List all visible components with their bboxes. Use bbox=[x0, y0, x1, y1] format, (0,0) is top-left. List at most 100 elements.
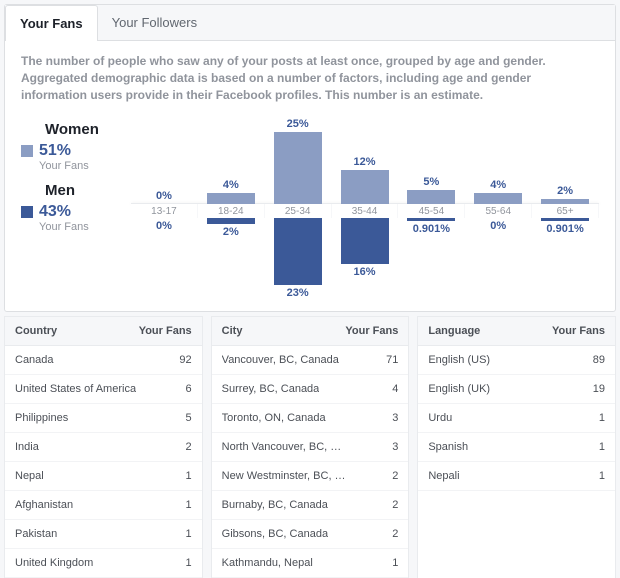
label-women: 4% bbox=[223, 179, 239, 191]
legend-women-subtext: Your Fans bbox=[39, 160, 131, 172]
legend-women-label: Women bbox=[45, 121, 131, 138]
tables-row: Country Your Fans Canada 92 United States … bbox=[4, 316, 616, 578]
row-name: Afghanistan bbox=[15, 499, 73, 511]
row-name: Nepali bbox=[428, 470, 459, 482]
table-row[interactable]: Burnaby, BC, Canada 2 bbox=[212, 491, 409, 520]
row-value: 2 bbox=[392, 470, 398, 482]
row-name: Canada bbox=[15, 354, 54, 366]
row-name: Nepal bbox=[15, 470, 44, 482]
table-row[interactable]: Nepali 1 bbox=[418, 462, 615, 491]
table-head-left: Language bbox=[428, 325, 480, 337]
row-value: 1 bbox=[186, 528, 192, 540]
row-name: Vancouver, BC, Canada bbox=[222, 354, 339, 366]
bar-women[interactable] bbox=[541, 199, 589, 205]
bar-men[interactable] bbox=[207, 218, 255, 224]
tab-your-fans[interactable]: Your Fans bbox=[5, 5, 98, 41]
table-row[interactable]: India 2 bbox=[5, 433, 202, 462]
table-row[interactable]: Nepal 1 bbox=[5, 462, 202, 491]
bar-men[interactable] bbox=[541, 218, 589, 221]
men-swatch-icon bbox=[21, 206, 33, 218]
row-name: Burnaby, BC, Canada bbox=[222, 499, 328, 511]
chart-description: The number of people who saw any of your… bbox=[5, 41, 615, 115]
row-value: 1 bbox=[599, 470, 605, 482]
table-row[interactable]: New Westminster, BC, …2 bbox=[212, 462, 409, 491]
row-value: 2 bbox=[392, 499, 398, 511]
table-row[interactable]: Spanish 1 bbox=[418, 433, 615, 462]
table-row[interactable]: Surrey, BC, Canada 4 bbox=[212, 375, 409, 404]
table-row[interactable]: Afghanistan1 bbox=[5, 491, 202, 520]
row-name: Urdu bbox=[428, 412, 452, 424]
row-value: 2 bbox=[392, 528, 398, 540]
table-head-right: Your Fans bbox=[345, 325, 398, 337]
label-men: 0% bbox=[156, 220, 172, 232]
legend-men-subtext: Your Fans bbox=[39, 221, 131, 233]
age-bin: 55-644%0% bbox=[465, 204, 532, 218]
row-value: 2 bbox=[186, 441, 192, 453]
bar-men[interactable] bbox=[341, 218, 389, 264]
demographics-card: Your Fans Your Followers The number of p… bbox=[4, 4, 616, 312]
row-name: Philippines bbox=[15, 412, 68, 424]
bar-women[interactable] bbox=[407, 190, 455, 204]
legend-men-label: Men bbox=[45, 182, 131, 199]
bar-women[interactable] bbox=[341, 170, 389, 205]
row-value: 3 bbox=[392, 441, 398, 453]
table-row[interactable]: English (US)89 bbox=[418, 346, 615, 375]
label-men: 0.901% bbox=[546, 223, 583, 235]
row-value: 19 bbox=[593, 383, 605, 395]
age-bin: 45-545%0.901% bbox=[398, 204, 465, 218]
table-head-right: Your Fans bbox=[139, 325, 192, 337]
tab-your-followers[interactable]: Your Followers bbox=[98, 5, 212, 40]
table-country: Country Your Fans Canada 92 United States … bbox=[4, 316, 203, 578]
label-women: 0% bbox=[156, 190, 172, 202]
chart-axis: 13-170%0%18-244%2%25-3425%23%35-4412%16%… bbox=[131, 203, 599, 204]
row-name: Surrey, BC, Canada bbox=[222, 383, 320, 395]
row-value: 92 bbox=[179, 354, 191, 366]
row-value: 1 bbox=[599, 412, 605, 424]
table-language: Language Your Fans English (US)89English… bbox=[417, 316, 616, 578]
table-row[interactable]: Kathmandu, Nepal 1 bbox=[212, 549, 409, 578]
table-head-right: Your Fans bbox=[552, 325, 605, 337]
age-bin: 13-170%0% bbox=[131, 204, 198, 218]
table-row[interactable]: United Kingdom1 bbox=[5, 549, 202, 578]
row-name: India bbox=[15, 441, 39, 453]
row-value: 4 bbox=[392, 383, 398, 395]
age-bin: 35-4412%16% bbox=[332, 204, 399, 218]
row-name: North Vancouver, BC, … bbox=[222, 441, 342, 453]
women-swatch-icon bbox=[21, 145, 33, 157]
row-name: United States of America bbox=[15, 383, 136, 395]
label-women: 12% bbox=[353, 156, 375, 168]
row-name: Kathmandu, Nepal bbox=[222, 557, 313, 569]
table-row[interactable]: North Vancouver, BC, … 3 bbox=[212, 433, 409, 462]
row-value: 1 bbox=[599, 441, 605, 453]
table-head: Language Your Fans bbox=[418, 317, 615, 346]
row-name: English (UK) bbox=[428, 383, 490, 395]
table-row[interactable]: Toronto, ON, Canada 3 bbox=[212, 404, 409, 433]
table-head: Country Your Fans bbox=[5, 317, 202, 346]
table-head-left: Country bbox=[15, 325, 57, 337]
table-row[interactable]: Canada 92 bbox=[5, 346, 202, 375]
row-value: 1 bbox=[392, 557, 398, 569]
age-gender-chart: Women 51% Your Fans Men 43% Your Fans 13… bbox=[5, 115, 615, 311]
bar-men[interactable] bbox=[407, 218, 455, 221]
table-row[interactable]: Gibsons, BC, Canada 2 bbox=[212, 520, 409, 549]
table-row[interactable]: United States of America6 bbox=[5, 375, 202, 404]
row-value: 1 bbox=[186, 470, 192, 482]
row-value: 3 bbox=[392, 412, 398, 424]
bar-women[interactable] bbox=[474, 193, 522, 205]
label-women: 2% bbox=[557, 185, 573, 197]
row-name: Toronto, ON, Canada bbox=[222, 412, 326, 424]
label-men: 23% bbox=[287, 287, 309, 299]
label-men: 0.901% bbox=[413, 223, 450, 235]
bar-women[interactable] bbox=[274, 132, 322, 204]
table-row[interactable]: English (UK) 19 bbox=[418, 375, 615, 404]
table-row[interactable]: Vancouver, BC, Canada71 bbox=[212, 346, 409, 375]
bar-women[interactable] bbox=[207, 193, 255, 205]
row-name: Spanish bbox=[428, 441, 468, 453]
row-name: Gibsons, BC, Canada bbox=[222, 528, 328, 540]
label-men: 0% bbox=[490, 220, 506, 232]
bar-men[interactable] bbox=[274, 218, 322, 284]
table-row[interactable]: Pakistan 1 bbox=[5, 520, 202, 549]
table-row[interactable]: Philippines5 bbox=[5, 404, 202, 433]
table-row[interactable]: Urdu 1 bbox=[418, 404, 615, 433]
row-name: Pakistan bbox=[15, 528, 57, 540]
